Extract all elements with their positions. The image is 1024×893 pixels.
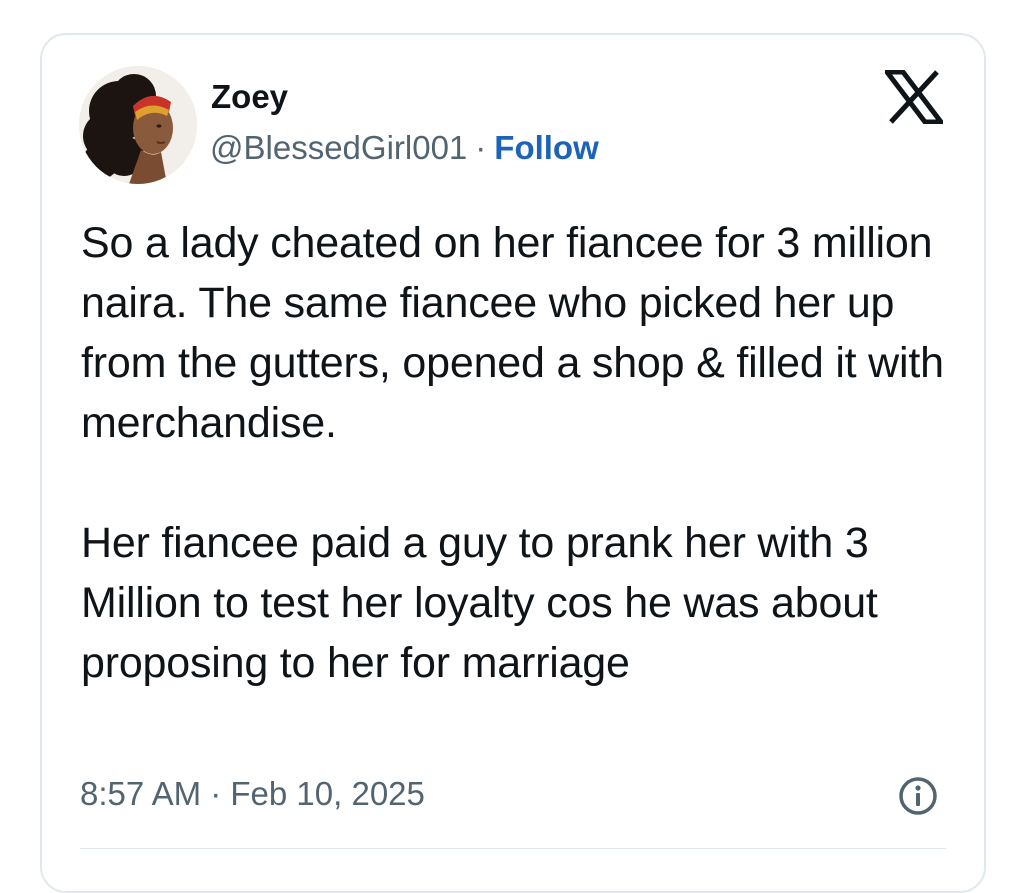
handle-row: @BlessedGirl001 · Follow (210, 129, 599, 167)
info-icon[interactable] (897, 775, 939, 817)
profile-photo-icon (79, 66, 197, 184)
user-handle[interactable]: @BlessedGirl001 (210, 129, 467, 167)
tweet-paragraph: So a lady cheated on her fiancee for 3 m… (81, 219, 944, 447)
timestamp[interactable]: 8:57 AM · Feb 10, 2025 (80, 775, 425, 813)
separator-dot: · (475, 129, 487, 166)
avatar[interactable] (79, 66, 197, 184)
follow-button[interactable]: Follow (494, 129, 598, 167)
display-name[interactable]: Zoey (211, 78, 288, 116)
tweet-paragraph: Her fiancee paid a guy to prank her with… (81, 519, 878, 687)
x-logo-icon[interactable] (881, 69, 947, 125)
tweet-body: So a lady cheated on her fiancee for 3 m… (81, 213, 971, 693)
divider (80, 848, 946, 849)
